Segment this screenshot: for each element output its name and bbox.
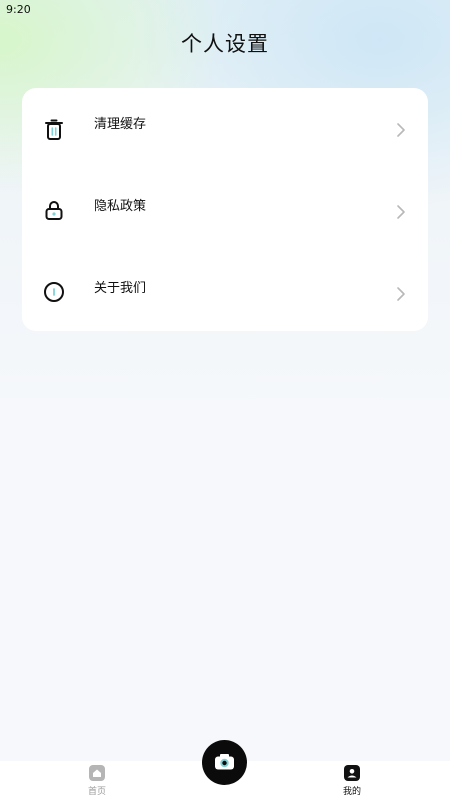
settings-card: 清理缓存 隐私政策 关于我们 [22,88,428,331]
chevron-right-icon [397,205,405,219]
settings-item-label: 清理缓存 [94,117,147,132]
nav-label-profile: 我的 [342,787,361,797]
settings-item-privacy-policy[interactable]: 隐私政策 [22,176,428,246]
profile-icon [344,765,360,781]
home-icon [89,765,105,781]
chevron-right-icon [397,123,405,137]
nav-item-home[interactable]: 首页 [67,765,127,797]
status-bar-time: 9:20 [6,3,31,16]
settings-item-clear-cache[interactable]: 清理缓存 [22,94,428,164]
nav-item-profile[interactable]: 我的 [322,765,382,797]
camera-button[interactable] [202,740,247,785]
info-icon [44,282,64,302]
camera-icon [215,754,234,770]
nav-label-home: 首页 [87,787,106,797]
settings-item-label: 关于我们 [94,281,147,296]
settings-item-label: 隐私政策 [94,199,147,214]
settings-item-about-us[interactable]: 关于我们 [22,258,428,328]
page-title: 个人设置 [181,32,269,56]
trash-icon [45,119,63,140]
chevron-right-icon [397,287,405,301]
lock-icon [45,201,63,220]
